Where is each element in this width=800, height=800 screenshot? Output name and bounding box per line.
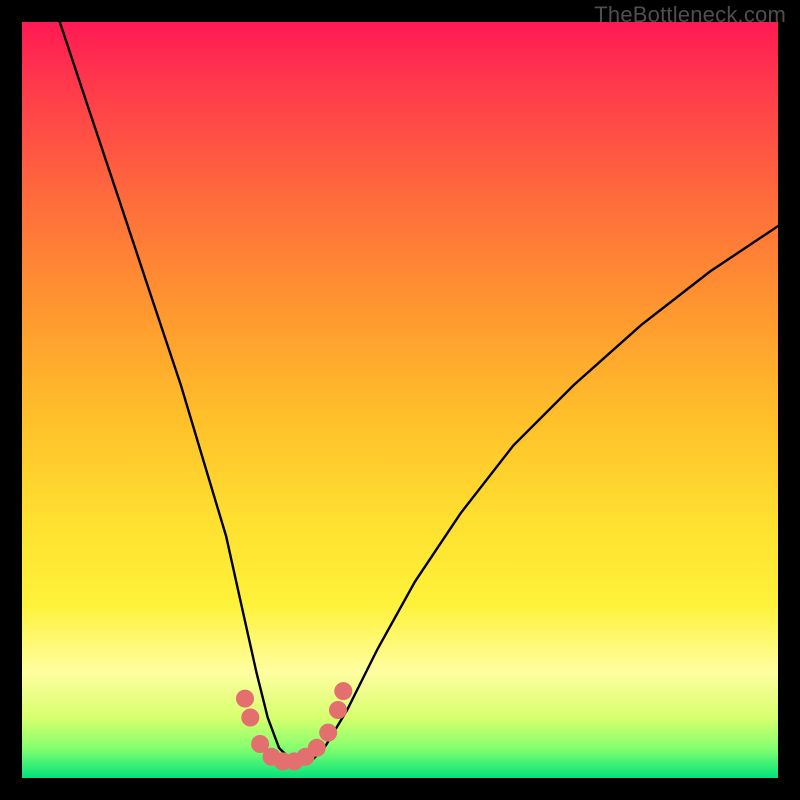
highlight-dot <box>241 709 259 727</box>
highlight-dots <box>236 682 352 770</box>
highlight-dot <box>329 701 347 719</box>
bottleneck-curve <box>60 22 778 763</box>
chart-area <box>22 22 778 778</box>
highlight-dot <box>308 739 326 757</box>
watermark-text: TheBottleneck.com <box>594 2 786 28</box>
highlight-dot <box>319 724 337 742</box>
bottleneck-chart <box>22 22 778 778</box>
highlight-dot <box>236 690 254 708</box>
highlight-dot <box>334 682 352 700</box>
